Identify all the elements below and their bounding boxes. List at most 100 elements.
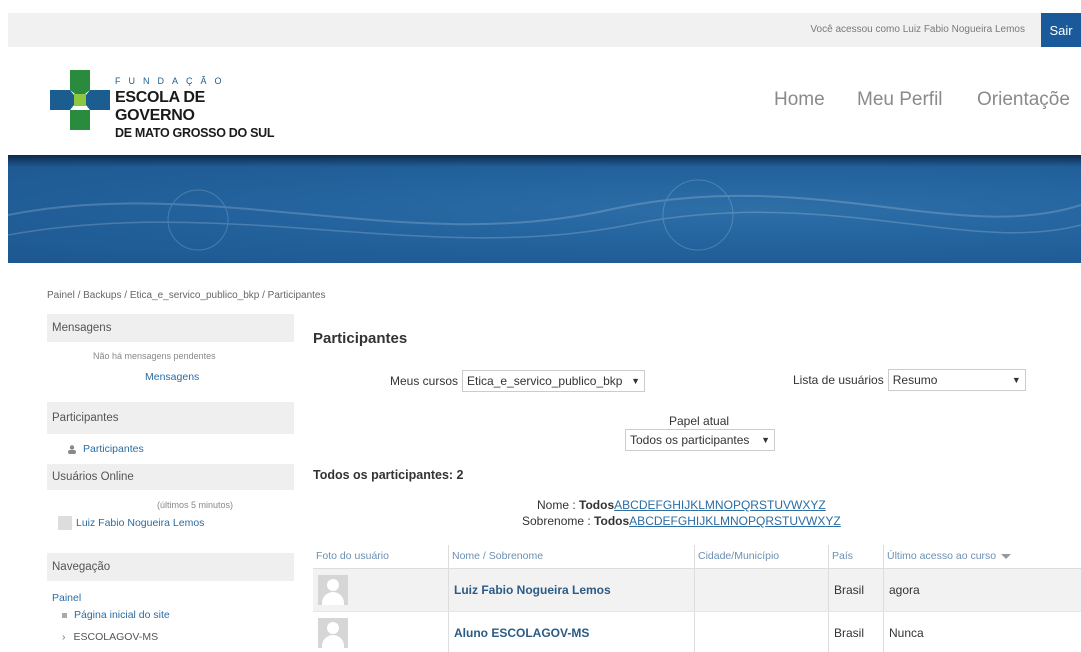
initial-letter-link[interactable]: R — [765, 514, 774, 528]
initial-letter-link[interactable]: L — [713, 514, 720, 528]
my-courses-row: Meus cursos Etica_e_servico_publico_bkp ▼ — [390, 370, 646, 392]
my-courses-select[interactable]: Etica_e_servico_publico_bkp ▼ — [462, 370, 646, 392]
col-last-access-label: Último acesso ao curso — [887, 550, 997, 562]
nav-tree-site-home[interactable]: Página inicial do site — [62, 609, 170, 621]
initial-letter-link[interactable]: U — [789, 514, 798, 528]
initial-letter-link[interactable]: P — [748, 514, 756, 528]
initial-letter-link[interactable]: O — [739, 514, 748, 528]
user-avatar-icon — [58, 516, 72, 530]
col-last-access[interactable]: Último acesso ao curso — [884, 545, 1081, 568]
lastname-all[interactable]: Todos — [594, 514, 629, 528]
initial-letter-link[interactable]: D — [639, 498, 648, 512]
initial-letter-link[interactable]: W — [806, 514, 817, 528]
table-row: Aluno ESCOLAGOV-MS Brasil Nunca — [313, 612, 1081, 652]
participants-table: Foto do usuário Nome / Sobrenome Cidade/… — [313, 545, 1081, 652]
col-photo[interactable]: Foto do usuário — [313, 545, 449, 568]
col-city[interactable]: Cidade/Município — [695, 545, 829, 568]
initial-letter-link[interactable]: A — [629, 514, 637, 528]
initial-letter-link[interactable]: P — [733, 498, 741, 512]
initial-letter-link[interactable]: C — [645, 514, 654, 528]
initial-letter-link[interactable]: N — [730, 514, 739, 528]
initial-letter-link[interactable]: N — [715, 498, 724, 512]
user-photo-cell — [313, 569, 449, 611]
initial-letter-link[interactable]: Z — [818, 498, 825, 512]
logo-line-3: DE MATO GROSSO DO SUL — [115, 126, 275, 140]
initial-letter-link[interactable]: L — [698, 498, 705, 512]
initial-letter-link[interactable]: H — [687, 514, 696, 528]
initial-letter-link[interactable]: U — [774, 498, 783, 512]
online-user-name: Luiz Fabio Nogueira Lemos — [76, 516, 205, 529]
block-navigation-header[interactable]: Navegação — [47, 553, 294, 581]
page-title: Participantes — [313, 330, 408, 347]
initial-letter-link[interactable]: R — [750, 498, 759, 512]
initial-letter-link[interactable]: F — [671, 514, 678, 528]
initial-letter-link[interactable]: E — [648, 498, 656, 512]
block-participants-header[interactable]: Participantes — [47, 402, 294, 434]
nav-tree-site-home-label: Página inicial do site — [74, 609, 170, 621]
initial-letter-link[interactable]: B — [622, 498, 630, 512]
city-cell — [695, 612, 829, 652]
role-row: Todos os participantes ▼ — [625, 429, 775, 451]
firstname-all[interactable]: Todos — [579, 498, 614, 512]
initial-letter-link[interactable]: Q — [741, 498, 750, 512]
user-list-select[interactable]: Resumo ▼ — [887, 369, 1026, 391]
firstname-label: Nome : — [537, 498, 580, 512]
initial-letter-link[interactable]: D — [654, 514, 663, 528]
last-access-cell: agora — [889, 583, 920, 597]
role-select[interactable]: Todos os participantes ▼ — [625, 429, 775, 451]
initial-letter-link[interactable]: E — [663, 514, 671, 528]
initial-letter-link[interactable]: C — [630, 498, 639, 512]
initial-letter-link[interactable]: H — [672, 498, 681, 512]
online-window-note: (últimos 5 minutos) — [157, 500, 234, 510]
initial-letter-link[interactable]: S — [759, 498, 767, 512]
initial-letter-link[interactable]: A — [614, 498, 622, 512]
initial-letter-link[interactable]: Z — [833, 514, 840, 528]
user-avatar-icon[interactable] — [318, 618, 348, 648]
messages-link[interactable]: Mensagens — [145, 371, 199, 383]
nav-profile[interactable]: Meu Perfil — [857, 89, 943, 111]
dropdown-caret-icon: ▼ — [1011, 375, 1021, 385]
bullet-icon — [62, 612, 67, 618]
block-online-users-header[interactable]: Usuários Online — [47, 464, 294, 490]
col-name[interactable]: Nome / Sobrenome — [449, 545, 695, 568]
user-list-label: Lista de usuários — [793, 373, 884, 387]
initial-letter-link[interactable]: F — [656, 498, 663, 512]
block-messages-header[interactable]: Mensagens — [47, 314, 294, 342]
initial-letter-link[interactable]: G — [663, 498, 672, 512]
user-photo-cell — [313, 612, 449, 652]
initial-letter-link[interactable]: B — [637, 514, 645, 528]
logout-button[interactable]: Sair — [1041, 13, 1081, 47]
nav-tree-escolagov[interactable]: › ESCOLAGOV-MS — [62, 631, 158, 643]
user-name-link[interactable]: Aluno ESCOLAGOV-MS — [454, 626, 589, 640]
user-avatar-icon[interactable] — [318, 575, 348, 605]
logo-mark-icon — [50, 70, 110, 130]
initial-letter-link[interactable]: M — [720, 514, 730, 528]
col-country[interactable]: País — [829, 545, 884, 568]
breadcrumb[interactable]: Painel / Backups / Etica_e_servico_publi… — [47, 290, 326, 301]
initial-letter-link[interactable]: V — [798, 514, 806, 528]
site-logo[interactable]: FUNDAÇÃO ESCOLA DE GOVERNO DE MATO GROSS… — [50, 70, 280, 140]
initial-letter-link[interactable]: M — [705, 498, 715, 512]
online-user-link[interactable]: Luiz Fabio Nogueira Lemos — [58, 516, 204, 530]
initial-letter-link[interactable]: O — [724, 498, 733, 512]
initial-letter-link[interactable]: V — [783, 498, 791, 512]
initial-letter-link[interactable]: W — [791, 498, 802, 512]
initial-letter-link[interactable]: G — [678, 514, 687, 528]
user-list-row: Lista de usuários Resumo ▼ — [793, 369, 1026, 391]
dropdown-caret-icon: ▼ — [761, 435, 770, 445]
role-select-value: Todos os participantes — [630, 433, 750, 447]
participants-link-label: Participantes — [83, 443, 144, 455]
table-row: Luiz Fabio Nogueira Lemos Brasil agora — [313, 569, 1081, 612]
country-cell: Brasil — [829, 612, 884, 652]
nav-tree-painel[interactable]: Painel — [52, 592, 81, 604]
participants-count: Todos os participantes: 2 — [313, 468, 464, 482]
user-list-select-value: Resumo — [892, 373, 938, 387]
participants-link[interactable]: Participantes — [67, 443, 144, 455]
user-name-link[interactable]: Luiz Fabio Nogueira Lemos — [454, 583, 611, 597]
nav-home[interactable]: Home — [774, 89, 825, 111]
name-cell: Aluno ESCOLAGOV-MS — [449, 612, 695, 652]
initial-letter-link[interactable]: S — [774, 514, 782, 528]
nav-guidance[interactable]: Orientaçõe — [977, 89, 1070, 111]
city-cell — [695, 569, 829, 611]
initial-letter-link[interactable]: Q — [756, 514, 765, 528]
